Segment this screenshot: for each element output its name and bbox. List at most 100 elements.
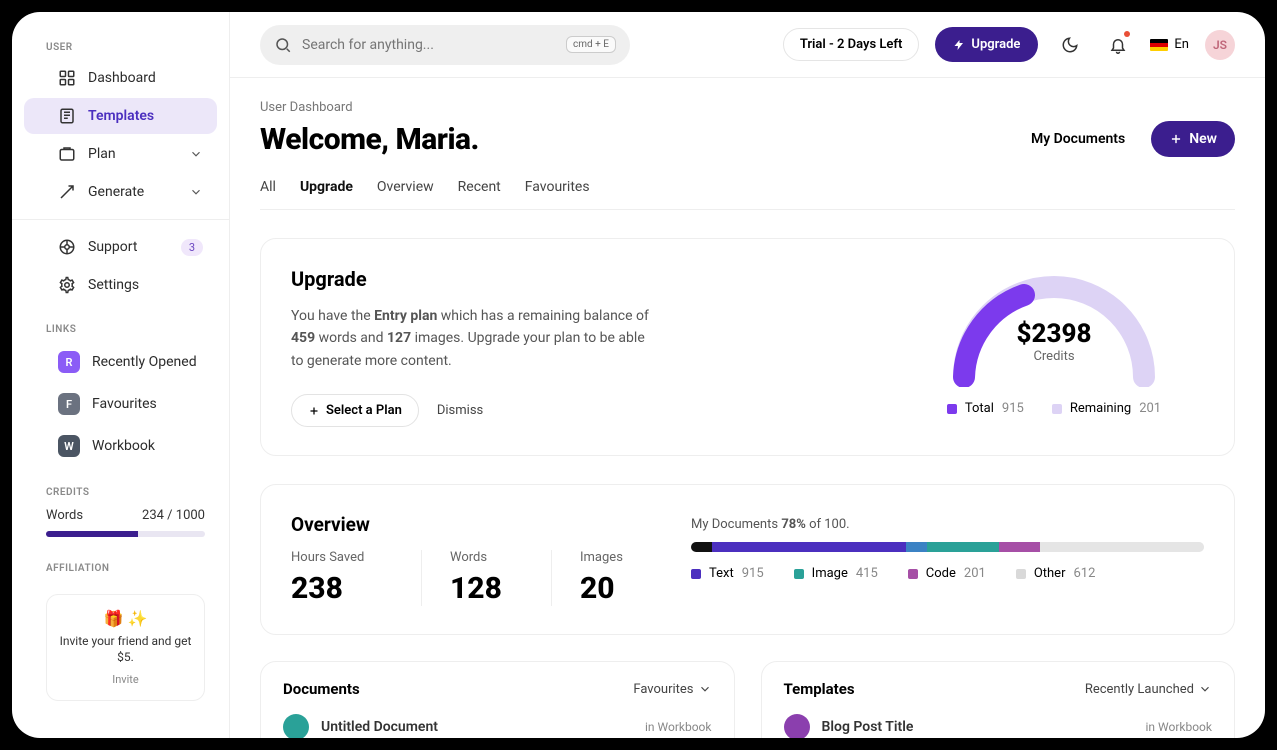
search-input[interactable]: [302, 37, 556, 53]
sidebar-item-support[interactable]: Support 3: [24, 229, 217, 265]
sidebar-section-user: USER: [12, 36, 229, 59]
gear-icon: [58, 276, 76, 294]
trial-pill[interactable]: Trial - 2 Days Left: [783, 28, 920, 61]
sidebar-item-label: Plan: [88, 146, 116, 162]
sidebar-link-recently-opened[interactable]: R Recently Opened: [24, 342, 217, 382]
plus-icon: [1169, 132, 1183, 146]
legend-label: Code: [926, 566, 956, 581]
sidebar-link-workbook[interactable]: W Workbook: [24, 426, 217, 466]
sidebar-item-label: Recently Opened: [92, 354, 197, 370]
sidebar-item-label: Settings: [88, 277, 139, 293]
search-box[interactable]: cmd + E: [260, 25, 630, 65]
sidebar-item-label: Workbook: [92, 438, 155, 454]
gauge-value: $2398: [944, 319, 1164, 349]
list-item-meta: in Workbook: [645, 720, 712, 734]
sidebar-item-templates[interactable]: Templates: [24, 98, 217, 134]
plan-icon: [58, 145, 76, 163]
language-selector[interactable]: En: [1150, 37, 1189, 52]
select-plan-button[interactable]: Select a Plan: [291, 394, 419, 427]
topbar: cmd + E Trial - 2 Days Left Upgrade En: [230, 12, 1265, 78]
sidebar-item-plan[interactable]: Plan: [24, 136, 217, 172]
sidebar-divider: [12, 219, 229, 220]
sidebar-item-label: Generate: [88, 184, 144, 200]
tabs: All Upgrade Overview Recent Favourites: [260, 171, 1235, 210]
tab-all[interactable]: All: [260, 171, 276, 209]
legend-value: 612: [1073, 566, 1095, 581]
credits-value: 234 / 1000: [142, 508, 205, 523]
list-item-icon: [784, 714, 810, 738]
search-kbd-hint: cmd + E: [566, 36, 616, 53]
legend-swatch: [947, 404, 957, 414]
documents-card: Documents Favourites Untitled Document i…: [260, 661, 735, 738]
templates-filter[interactable]: Recently Launched: [1085, 682, 1212, 697]
tab-recent[interactable]: Recent: [458, 171, 501, 209]
link-badge-icon: W: [58, 435, 80, 457]
notifications-button[interactable]: [1102, 29, 1134, 61]
templates-icon: [58, 107, 76, 125]
overview-title: Overview: [291, 513, 651, 536]
notification-dot: [1124, 31, 1130, 37]
chevron-down-icon: [698, 682, 712, 696]
chevron-down-icon: [1198, 682, 1212, 696]
sidebar-item-label: Dashboard: [88, 70, 156, 86]
flag-icon: [1150, 39, 1168, 51]
documents-title: Documents: [283, 680, 360, 698]
documents-filter[interactable]: Favourites: [633, 682, 711, 697]
support-badge: 3: [181, 239, 203, 256]
sidebar-item-label: Support: [88, 239, 137, 255]
legend-label: Text: [709, 566, 734, 581]
dismiss-button[interactable]: Dismiss: [437, 403, 483, 418]
upgrade-title: Upgrade: [291, 267, 884, 291]
legend-swatch: [1052, 404, 1062, 414]
avatar[interactable]: JS: [1205, 30, 1235, 60]
sidebar-item-generate[interactable]: Generate: [24, 174, 217, 210]
legend-value: 201: [1139, 401, 1161, 416]
theme-toggle[interactable]: [1054, 29, 1086, 61]
sidebar-item-label: Templates: [88, 108, 154, 124]
select-plan-label: Select a Plan: [326, 403, 402, 418]
templates-title: Templates: [784, 680, 855, 698]
sidebar-link-favourites[interactable]: F Favourites: [24, 384, 217, 424]
list-item-icon: [283, 714, 309, 738]
legend-label: Image: [812, 566, 848, 581]
usage-title: My Documents 78% of 100.: [691, 517, 1204, 532]
sidebar: USER Dashboard Templates Plan: [12, 12, 230, 738]
templates-card: Templates Recently Launched Blog Post Ti…: [761, 661, 1236, 738]
tab-upgrade[interactable]: Upgrade: [300, 171, 353, 209]
invite-button[interactable]: Invite: [57, 673, 194, 686]
bolt-icon: [953, 39, 965, 51]
gift-icon: 🎁 ✨: [57, 609, 194, 628]
new-button[interactable]: New: [1151, 121, 1235, 157]
language-label: En: [1174, 37, 1189, 52]
legend-label: Remaining: [1070, 401, 1131, 416]
support-icon: [58, 238, 76, 256]
generate-icon: [58, 183, 76, 201]
legend-value: 201: [964, 566, 986, 581]
legend-swatch: [691, 569, 701, 579]
legend-label: Total: [965, 401, 994, 416]
list-item[interactable]: Untitled Document in Workbook: [283, 714, 712, 738]
list-item-title: Blog Post Title: [822, 719, 914, 735]
sidebar-item-dashboard[interactable]: Dashboard: [24, 60, 217, 96]
my-documents-button[interactable]: My Documents: [1017, 121, 1139, 157]
page-title: Welcome, Maria.: [260, 122, 479, 157]
affiliation-text: Invite your friend and get $5.: [57, 634, 194, 665]
list-item[interactable]: Blog Post Title in Workbook: [784, 714, 1213, 738]
upgrade-button-label: Upgrade: [971, 37, 1020, 52]
breadcrumb: User Dashboard: [260, 100, 1235, 115]
bell-icon: [1109, 36, 1127, 54]
moon-icon: [1061, 36, 1079, 54]
overview-card: Overview Hours Saved 238 Words 128: [260, 484, 1235, 635]
upgrade-button[interactable]: Upgrade: [935, 27, 1038, 62]
link-badge-icon: R: [58, 351, 80, 373]
sidebar-item-settings[interactable]: Settings: [24, 267, 217, 303]
stat-words: Words 128: [421, 550, 521, 606]
credits-gauge: $2398 Credits Total 915 Remaining: [904, 267, 1204, 427]
tab-overview[interactable]: Overview: [377, 171, 434, 209]
tab-favourites[interactable]: Favourites: [525, 171, 590, 209]
upgrade-card: Upgrade You have the Entry plan which ha…: [260, 238, 1235, 456]
credits-word-label: Words: [46, 508, 83, 523]
stat-images: Images 20: [551, 550, 651, 606]
usage-legend: Text 915 Image 415 Code 20: [691, 566, 1204, 581]
affiliation-card: 🎁 ✨ Invite your friend and get $5. Invit…: [46, 594, 205, 701]
